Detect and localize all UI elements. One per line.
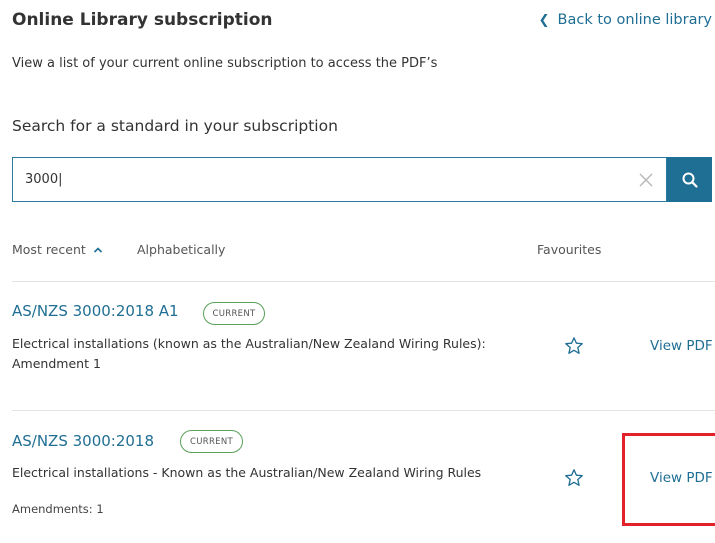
- divider: [12, 410, 715, 411]
- standard-title-link[interactable]: AS/NZS 3000:2018 A1: [12, 302, 179, 320]
- search-button[interactable]: [667, 157, 712, 202]
- page-subtitle: View a list of your current online subsc…: [12, 56, 438, 71]
- status-badge: CURRENT: [180, 430, 243, 453]
- standard-description: Electrical installations (known as the A…: [12, 334, 486, 374]
- search-input[interactable]: [13, 158, 603, 201]
- favourite-star-icon[interactable]: [564, 336, 584, 356]
- sort-most-recent[interactable]: Most recent: [12, 242, 103, 257]
- standard-title-link[interactable]: AS/NZS 3000:2018: [12, 432, 154, 450]
- view-pdf-link[interactable]: View PDF: [650, 338, 713, 354]
- page-title: Online Library subscription: [12, 10, 273, 30]
- sort-alphabetically[interactable]: Alphabetically: [137, 242, 225, 257]
- search-heading: Search for a standard in your subscripti…: [12, 117, 338, 135]
- sort-most-recent-label: Most recent: [12, 242, 86, 257]
- favourite-star-icon[interactable]: [564, 468, 584, 488]
- status-badge: CURRENT: [203, 302, 265, 325]
- search-box: [12, 157, 667, 202]
- back-to-library-link[interactable]: ❮ Back to online library: [539, 12, 712, 28]
- highlight-annotation-box: [622, 433, 715, 526]
- favourites-header: Favourites: [537, 242, 602, 257]
- standard-description: Electrical installations - Known as the …: [12, 465, 482, 480]
- divider: [12, 281, 715, 282]
- chevron-left-icon: ❮: [538, 12, 550, 28]
- clear-icon[interactable]: [636, 170, 656, 190]
- back-link-label: Back to online library: [557, 12, 712, 28]
- search-icon: [682, 172, 698, 188]
- chevron-up-icon: [93, 246, 102, 253]
- description-line: Electrical installations (known as the A…: [12, 336, 486, 351]
- amendments-count: Amendments: 1: [12, 502, 104, 516]
- description-line: Amendment 1: [12, 356, 101, 371]
